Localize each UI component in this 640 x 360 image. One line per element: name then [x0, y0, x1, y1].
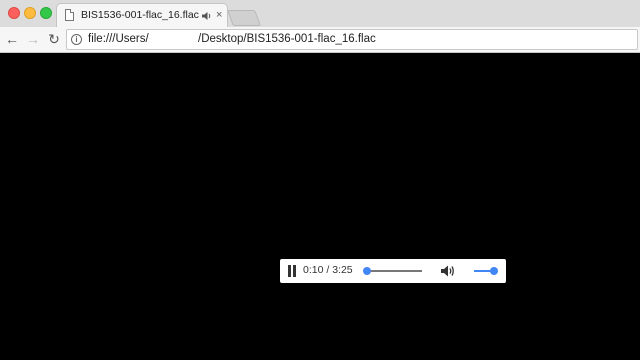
tab-strip: BIS1536-001-flac_16.flac ×: [0, 0, 640, 28]
address-bar[interactable]: i file:///Users/ /Desktop/BIS1536-001-fl…: [66, 29, 638, 50]
tab-title: BIS1536-001-flac_16.flac: [81, 9, 199, 21]
close-icon[interactable]: ×: [216, 9, 222, 21]
active-tab[interactable]: BIS1536-001-flac_16.flac ×: [56, 3, 228, 27]
info-icon[interactable]: i: [71, 34, 82, 45]
new-tab-button[interactable]: [227, 10, 261, 26]
url-prefix: file:///Users/: [88, 33, 149, 45]
audio-player: 0:10 / 3:25: [280, 259, 506, 283]
forward-button[interactable]: →: [24, 30, 42, 48]
speaker-icon[interactable]: [201, 11, 213, 21]
document-icon: [65, 9, 74, 21]
time-display: 0:10 / 3:25: [303, 264, 353, 276]
toolbar: ← → ↻ i file:///Users/ /Desktop/BIS1536-…: [0, 27, 640, 53]
url-path: /Desktop/BIS1536-001-flac_16.flac: [198, 33, 376, 45]
zoom-window-button[interactable]: [40, 7, 52, 19]
close-window-button[interactable]: [8, 7, 20, 19]
seek-slider[interactable]: [362, 267, 422, 275]
pause-icon[interactable]: [287, 265, 297, 277]
volume-icon[interactable]: [440, 264, 455, 278]
volume-thumb[interactable]: [490, 267, 498, 275]
seek-thumb[interactable]: [362, 267, 371, 275]
back-button[interactable]: ←: [3, 30, 21, 48]
reload-button[interactable]: ↻: [45, 30, 63, 48]
volume-slider[interactable]: [474, 267, 498, 275]
minimize-window-button[interactable]: [24, 7, 36, 19]
